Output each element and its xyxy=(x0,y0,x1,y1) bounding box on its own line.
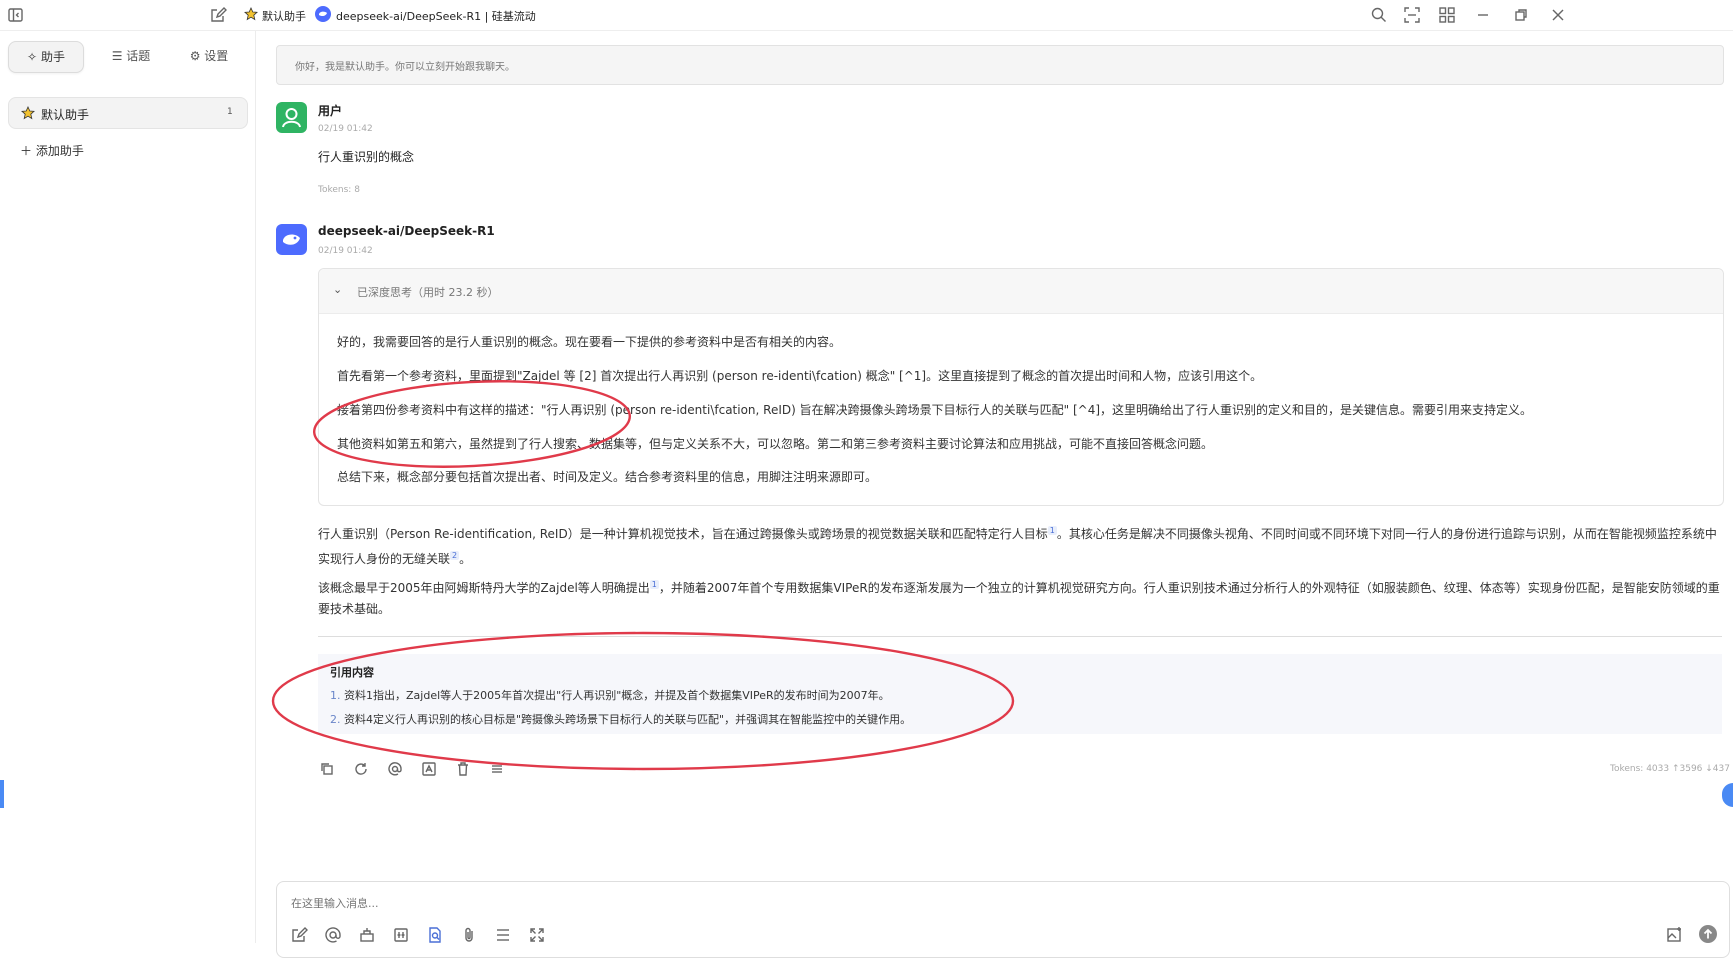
answer-paragraph-2: 该概念最早于2005年由阿姆斯特丹大学的Zajdel等人明确提出 1 ，并随着200… xyxy=(318,574,1722,620)
expand-icon[interactable] xyxy=(528,926,546,944)
scroll-bottom-button[interactable] xyxy=(1722,783,1733,807)
tab-assistant-label: 助手 xyxy=(40,50,65,64)
model-name: deepseek-ai/DeepSeek-R1 xyxy=(318,224,495,238)
regenerate-icon[interactable] xyxy=(353,761,369,777)
thinking-paragraph: 好的，我需要回答的是行人重识别的概念。现在要看一下提供的参考资料中是否有相关的内… xyxy=(337,335,842,349)
thinking-paragraph: 首先看第一个参考资料，里面提到"Zajdel 等 [2] 首次提出行人再识别 (… xyxy=(337,369,1263,383)
search-icon[interactable] xyxy=(1370,6,1388,24)
thinking-duration-label: 已深度思考（用时 23.2 秒） xyxy=(357,286,499,299)
message-input[interactable] xyxy=(289,892,1593,914)
restore-window-icon[interactable] xyxy=(1512,6,1530,24)
citation-item: 1. 资料1指出，Zajdel等人于2005年首次提出"行人再识别"概念，并提及… xyxy=(330,687,890,703)
thinking-paragraph: 其他资料如第五和第六，虽然提到了行人搜索、数据集等，但与定义关系不大，可以忽略。… xyxy=(337,437,1214,451)
current-assistant-label[interactable]: 默认助手 xyxy=(262,8,306,24)
answer-paragraph-1: 行人重识别（Person Re-identification, ReID）是一种… xyxy=(318,520,1722,570)
attachment-icon[interactable] xyxy=(460,926,478,944)
tab-topics-label: 话题 xyxy=(126,49,151,63)
web-search-icon[interactable] xyxy=(426,926,444,944)
thinking-panel: ⌄ 已深度思考（用时 23.2 秒） 好的，我需要回答的是行人重识别的概念。现在… xyxy=(318,268,1724,506)
star-icon xyxy=(244,7,258,21)
mention-model-icon[interactable] xyxy=(387,761,403,777)
new-topic-icon[interactable] xyxy=(290,926,308,944)
translate-icon[interactable] xyxy=(421,761,437,777)
user-message-tokens: Tokens: 8 xyxy=(318,185,360,195)
clear-context-icon[interactable] xyxy=(494,926,512,944)
citation-number: 1. xyxy=(330,689,341,702)
screenshot-icon[interactable] xyxy=(1403,6,1421,24)
answer-text: 。 xyxy=(459,552,472,566)
citation-text: 资料4定义行人再识别的核心目标是"跨摄像头跨场景下目标行人的关联与匹配"，并强调… xyxy=(344,713,912,726)
top-bar: 默认助手 deepseek-ai/DeepSeek-R1 | 硅基流动 xyxy=(0,0,1733,31)
greeting-banner: 你好，我是默认助手。你可以立刻开始跟我聊天。 xyxy=(276,45,1724,85)
sparkle-icon: ✧ xyxy=(27,50,38,64)
thinking-paragraph: 接着第四份参考资料中有这样的描述："行人再识别 (person re-ident… xyxy=(337,403,1533,417)
model-message-tokens: Tokens: 4033 ↑3596 ↓437 xyxy=(1610,764,1730,774)
message-input-box xyxy=(276,881,1730,958)
mcp-tools-icon[interactable] xyxy=(392,926,410,944)
new-chat-icon[interactable] xyxy=(209,6,227,24)
user-name: 用户 xyxy=(318,104,343,118)
send-button[interactable] xyxy=(1698,924,1718,944)
apps-grid-icon[interactable] xyxy=(1438,6,1456,24)
citation-title: 引用内容 xyxy=(330,666,374,679)
chevron-down-icon: ⌄ xyxy=(333,283,343,296)
list-icon: ☰ xyxy=(111,49,123,63)
tab-settings-label: 设置 xyxy=(204,49,229,63)
citation-text: 资料1指出，Zajdel等人于2005年首次提出"行人再识别"概念，并提及首个数… xyxy=(344,689,890,702)
tab-settings[interactable]: ⚙ 设置 xyxy=(174,41,244,71)
model-avatar xyxy=(276,224,307,255)
assistant-item-label: 默认助手 xyxy=(41,108,90,122)
user-avatar xyxy=(276,102,307,133)
citation-marker[interactable]: 1 xyxy=(1047,526,1057,535)
assistant-topic-count: 1 xyxy=(227,107,233,117)
sidebar-tabs: ✧ 助手 ☰ 话题 ⚙ 设置 xyxy=(8,41,246,73)
add-assistant-label: 添加助手 xyxy=(35,144,84,158)
add-assistant-button[interactable]: ＋ 添加助手 xyxy=(20,142,84,159)
sidebar-toggle-icon[interactable] xyxy=(7,6,25,24)
close-icon[interactable] xyxy=(1549,6,1567,24)
copy-icon[interactable] xyxy=(319,761,335,777)
tab-assistant[interactable]: ✧ 助手 xyxy=(8,41,84,73)
greeting-text: 你好，我是默认助手。你可以立刻开始跟我聊天。 xyxy=(295,62,515,73)
user-message-time: 02/19 01:42 xyxy=(318,124,373,134)
delete-icon[interactable] xyxy=(455,761,471,777)
sidebar-resize-handle[interactable] xyxy=(0,780,4,808)
answer-text: 该概念最早于2005年由阿姆斯特丹大学的Zajdel等人明确提出 xyxy=(318,581,650,595)
model-message-time: 02/19 01:42 xyxy=(318,246,373,256)
citation-marker[interactable]: 2 xyxy=(450,551,460,560)
citation-item: 2. 资料4定义行人再识别的核心目标是"跨摄像头跨场景下目标行人的关联与匹配"，… xyxy=(330,711,911,727)
current-model-label[interactable]: deepseek-ai/DeepSeek-R1 | 硅基流动 xyxy=(336,8,536,24)
plus-icon: ＋ xyxy=(20,144,33,158)
section-divider xyxy=(318,636,1722,637)
image-generate-icon[interactable] xyxy=(1666,926,1684,944)
gear-icon: ⚙ xyxy=(189,49,201,63)
citation-number: 2. xyxy=(330,713,341,726)
user-message-text: 行人重识别的概念 xyxy=(318,150,415,164)
sidebar: ✧ 助手 ☰ 话题 ⚙ 设置 默认助手 1 ＋ 添加助手 xyxy=(0,31,256,943)
minimize-icon[interactable] xyxy=(1474,6,1492,24)
deepseek-logo-icon xyxy=(315,6,331,22)
citation-marker[interactable]: 1 xyxy=(649,580,659,589)
answer-text: 行人重识别（Person Re-identification, ReID）是一种… xyxy=(318,527,1048,541)
star-icon xyxy=(21,106,35,120)
more-menu-icon[interactable] xyxy=(489,761,505,777)
tab-topics[interactable]: ☰ 话题 xyxy=(96,41,166,71)
knowledge-base-icon[interactable] xyxy=(358,926,376,944)
thinking-panel-header[interactable]: ⌄ 已深度思考（用时 23.2 秒） xyxy=(319,269,1723,314)
thinking-paragraph: 总结下来，概念部分要包括首次提出者、时间及定义。结合参考资料里的信息，用脚注注明… xyxy=(337,470,878,484)
at-mention-icon[interactable] xyxy=(324,926,342,944)
citation-section: 引用内容 1. 资料1指出，Zajdel等人于2005年首次提出"行人再识别"概… xyxy=(318,654,1722,734)
sidebar-item-default-assistant[interactable]: 默认助手 1 xyxy=(8,97,248,129)
